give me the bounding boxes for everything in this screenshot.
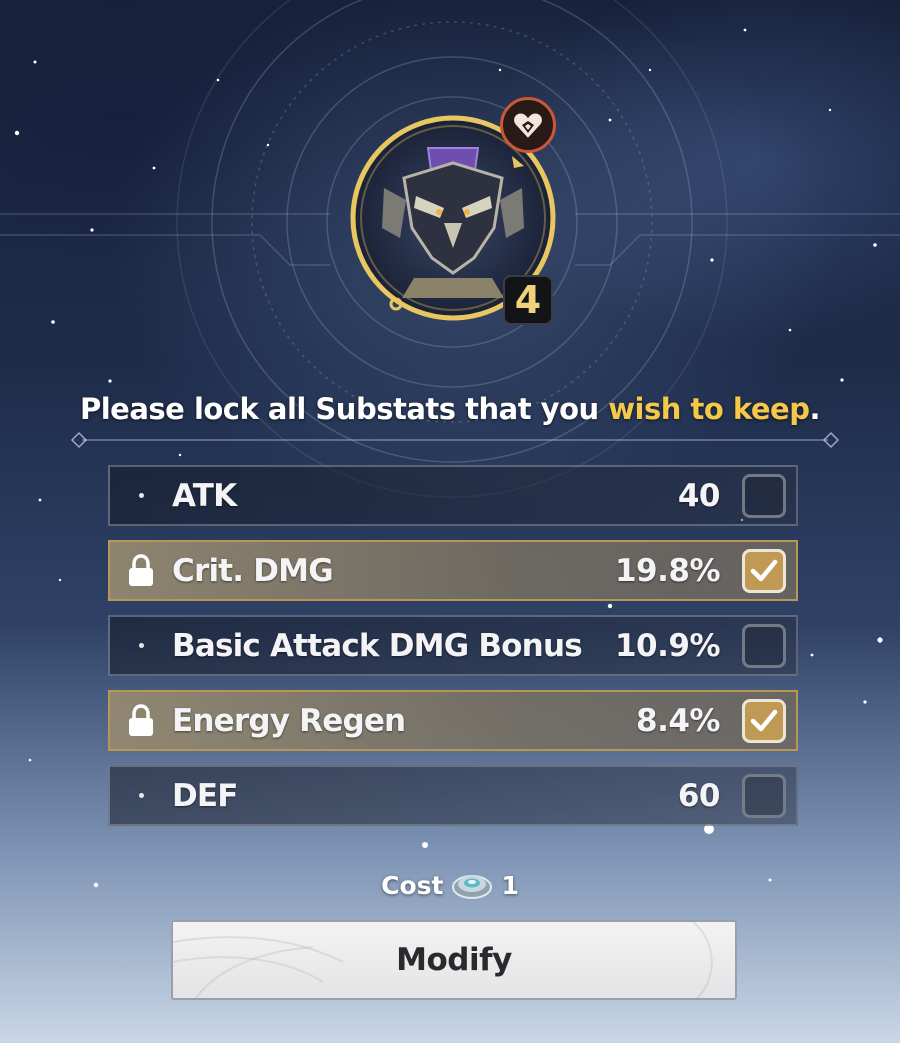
substat-lock <box>110 542 172 599</box>
lock-instruction: Please lock all Substats that you wish t… <box>0 392 900 426</box>
lock-checkbox[interactable] <box>742 698 786 743</box>
substat-name: Crit. DMG <box>172 552 334 589</box>
cost-label: Cost <box>381 870 444 900</box>
ornament-divider <box>70 431 840 449</box>
lock-icon <box>129 553 153 586</box>
bullet-dot-icon <box>138 643 144 648</box>
modify-button[interactable]: Modify <box>171 920 737 1000</box>
substat-value: 8.4% <box>636 702 720 739</box>
substat-name: Basic Attack DMG Bonus <box>172 627 583 664</box>
substat-list: ATK 40 Crit. DMG 19.8% Basic Attack DMG … <box>108 465 798 840</box>
substat-bullet <box>110 767 172 824</box>
bullet-dot-icon <box>138 793 144 798</box>
tuner-material-icon <box>452 875 493 899</box>
substat-value: 60 <box>677 777 721 814</box>
substat-row-def[interactable]: DEF 60 <box>108 765 798 826</box>
substat-row-energy-regen[interactable]: Energy Regen 8.4% <box>108 690 798 751</box>
cost-amount: 1 <box>501 870 519 900</box>
heart-set-icon[interactable] <box>500 97 556 153</box>
substat-name: DEF <box>172 777 238 814</box>
substat-bullet <box>110 617 172 674</box>
substat-value: 19.8% <box>614 552 721 589</box>
substat-row-basic-attack-dmg-bonus[interactable]: Basic Attack DMG Bonus 10.9% <box>108 615 798 676</box>
substat-row-atk[interactable]: ATK 40 <box>108 465 798 526</box>
instruction-suffix: . <box>809 392 821 426</box>
lock-checkbox[interactable] <box>742 548 786 593</box>
modify-button-label: Modify <box>396 942 512 978</box>
heart-icon <box>514 113 542 138</box>
cost-display: Cost 1 <box>0 870 900 900</box>
bullet-dot-icon <box>138 493 144 498</box>
checkmark-icon <box>750 709 778 731</box>
substat-value: 40 <box>677 477 721 514</box>
artifact-level-badge: 4 <box>503 275 553 325</box>
substat-row-crit-dmg[interactable]: Crit. DMG 19.8% <box>108 540 798 601</box>
substat-name: Energy Regen <box>172 702 406 739</box>
substat-value: 10.9% <box>614 627 721 664</box>
lock-checkbox[interactable] <box>742 473 786 518</box>
lock-icon <box>129 703 153 736</box>
lock-checkbox[interactable] <box>742 623 786 668</box>
instruction-text: Please lock all Substats that you <box>79 392 609 426</box>
substat-lock <box>110 692 172 749</box>
instruction-highlight: wish to keep <box>608 392 810 426</box>
checkmark-icon <box>750 559 778 581</box>
substat-name: ATK <box>172 477 237 514</box>
lock-checkbox[interactable] <box>742 773 786 818</box>
substat-bullet <box>110 467 172 524</box>
